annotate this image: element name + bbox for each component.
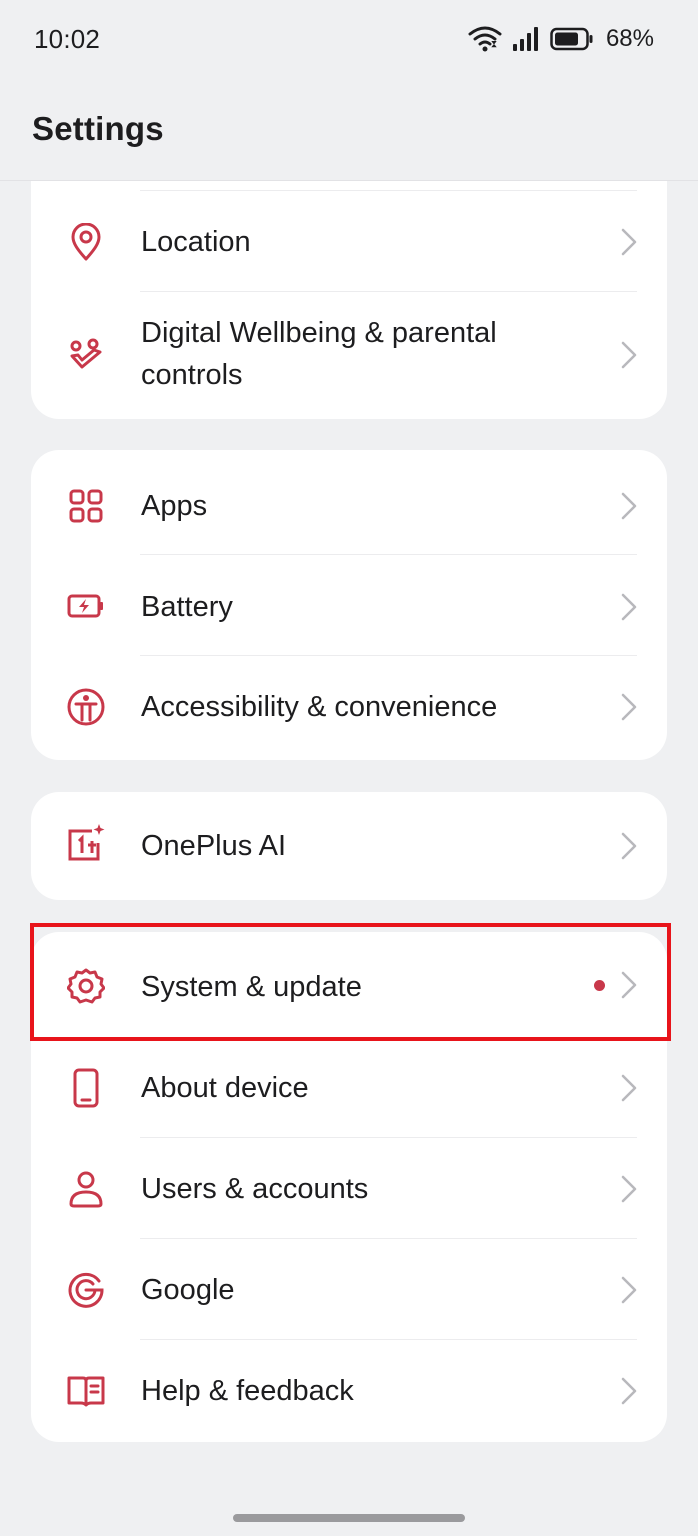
setting-item-system-update[interactable]: System & update [31,932,667,1037]
phone-icon [65,1067,107,1109]
battery-icon [550,27,594,51]
chevron-right-icon [621,1074,637,1102]
setting-label-google: Google [141,1274,235,1306]
battery-charging-icon [65,585,107,627]
wifi-icon [468,25,502,53]
setting-item-oneplus-ai[interactable]: OnePlus AI [31,792,667,900]
settings-group-2: Apps Battery Accessibility & convenience [31,450,667,760]
chevron-right-icon [621,832,637,860]
chevron-right-icon [621,1175,637,1203]
help-book-icon [65,1370,107,1412]
setting-label-help-feedback: Help & feedback [141,1375,354,1407]
notification-dot [594,980,605,991]
chevron-right-icon [621,693,637,721]
setting-label-battery: Battery [141,591,233,623]
setting-label-users-accounts: Users & accounts [141,1173,369,1205]
setting-item-google[interactable]: Google [31,1239,667,1340]
home-indicator[interactable] [233,1514,465,1522]
settings-group-3: OnePlus AI [31,792,667,900]
status-icons: 68% [468,22,654,56]
chevron-right-icon [621,1377,637,1405]
setting-item-about-device[interactable]: About device [31,1037,667,1138]
battery-percent: 68% [605,25,654,52]
gear-icon [65,965,107,1007]
setting-label-digital-wellbeing: Digital Wellbeing & parental controls [141,317,497,391]
setting-label-accessibility: Accessibility & convenience [141,691,498,723]
chevron-right-icon [621,971,637,999]
google-icon [65,1269,107,1311]
accessibility-icon [65,686,107,728]
setting-label-about-device: About device [141,1072,309,1104]
setting-label-apps: Apps [141,490,208,522]
setting-label-system-update: System & update [141,971,362,1003]
user-icon [65,1168,107,1210]
signal-icon [512,26,540,52]
setting-item-battery[interactable]: Battery [31,555,667,656]
chevron-right-icon [621,341,637,369]
page-title: Settings [32,110,164,147]
setting-item-digital-wellbeing[interactable]: Digital Wellbeing & parental controls [31,292,667,419]
setting-item-users-accounts[interactable]: Users & accounts [31,1138,667,1239]
apps-grid-icon [65,485,107,527]
chevron-right-icon [621,593,637,621]
setting-item-apps[interactable]: Apps [31,450,667,555]
title-bar: Settings [0,80,698,181]
setting-item-help-feedback[interactable]: Help & feedback [31,1340,667,1442]
wellbeing-icon [65,334,107,376]
chevron-right-icon [621,492,637,520]
status-bar: 10:02 68% [0,0,698,80]
oneplus-ai-icon [65,822,107,864]
status-time: 10:02 [34,24,101,54]
setting-item-accessibility[interactable]: Accessibility & convenience [31,656,667,760]
setting-item-location[interactable]: Location [31,191,667,292]
settings-list[interactable]: Location Digital Wellbeing & parental co… [0,181,698,1536]
setting-label-location: Location [141,226,251,258]
location-pin-icon [65,221,107,263]
chevron-right-icon [621,228,637,256]
chevron-right-icon [621,1276,637,1304]
settings-group-4: System & update About device Users & acc… [31,932,667,1442]
settings-group-1: Location Digital Wellbeing & parental co… [31,181,667,419]
setting-label-oneplus-ai: OnePlus AI [141,830,287,862]
